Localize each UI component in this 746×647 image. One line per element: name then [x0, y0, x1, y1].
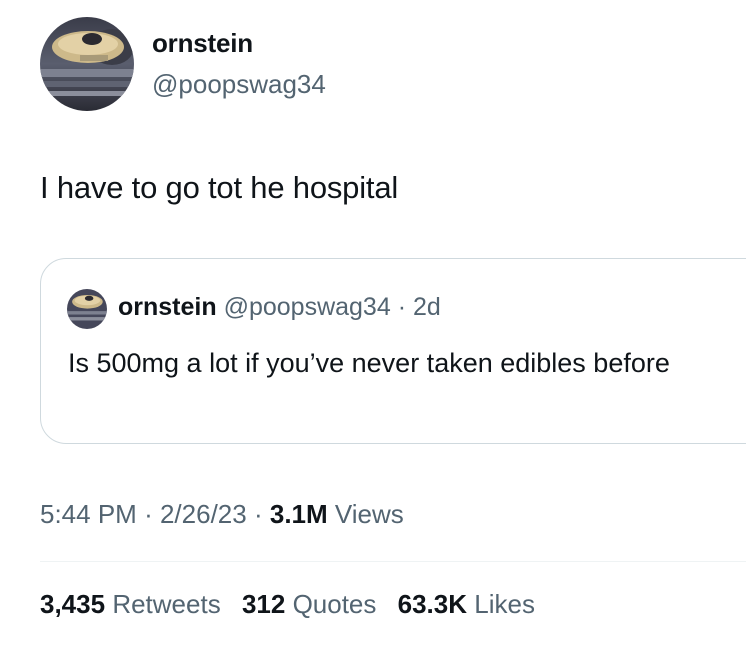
quoted-tweet-text: Is 500mg a lot if you’ve never taken edi…	[68, 348, 670, 378]
quotes-label: Quotes	[292, 589, 377, 619]
likes-label: Likes	[474, 589, 535, 619]
likes-stat[interactable]: 63.3K Likes	[398, 589, 535, 619]
avatar-image	[40, 17, 134, 111]
tweet-detail: ornstein @poopswag34 I have to go tot he…	[0, 0, 746, 647]
quoted-tweet-card[interactable]: ornstein @poopswag34 · 2d Is 500mg a lot…	[40, 258, 746, 444]
retweets-stat[interactable]: 3,435 Retweets	[40, 589, 228, 619]
views-label: Views	[334, 499, 404, 529]
quoted-author-avatar	[67, 289, 107, 329]
engagement-stats: 3,435 Retweets 312 Quotes 63.3K Likes	[40, 589, 549, 620]
views-count: 3.1M	[269, 499, 328, 529]
tweet-date[interactable]: 2/26/23	[160, 499, 247, 529]
likes-count: 63.3K	[397, 589, 468, 619]
tweet-meta: 5:44 PM · 2/26/23 · 3.1M Views	[40, 499, 404, 530]
quotes-stat[interactable]: 312 Quotes	[242, 589, 384, 619]
tweet-time[interactable]: 5:44 PM	[40, 499, 137, 529]
retweets-count: 3,435	[40, 589, 106, 619]
author-name[interactable]: ornstein	[152, 28, 253, 59]
quoted-separator: ·	[397, 293, 407, 321]
quoted-tweet-header: ornstein @poopswag34 · 2d	[118, 293, 441, 322]
retweets-label: Retweets	[112, 589, 221, 619]
author-handle[interactable]: @poopswag34	[152, 69, 326, 100]
meta-separator: ·	[253, 499, 263, 529]
quotes-count: 312	[241, 589, 286, 619]
quoted-author-name: ornstein	[118, 293, 217, 321]
meta-separator: ·	[144, 499, 153, 529]
quoted-avatar-image	[67, 289, 107, 329]
quoted-author-handle: @poopswag34	[223, 293, 391, 321]
tweet-text: I have to go tot he hospital	[40, 170, 399, 205]
quoted-tweet-age: 2d	[412, 293, 441, 321]
author-avatar[interactable]	[40, 17, 134, 111]
divider	[40, 561, 746, 562]
